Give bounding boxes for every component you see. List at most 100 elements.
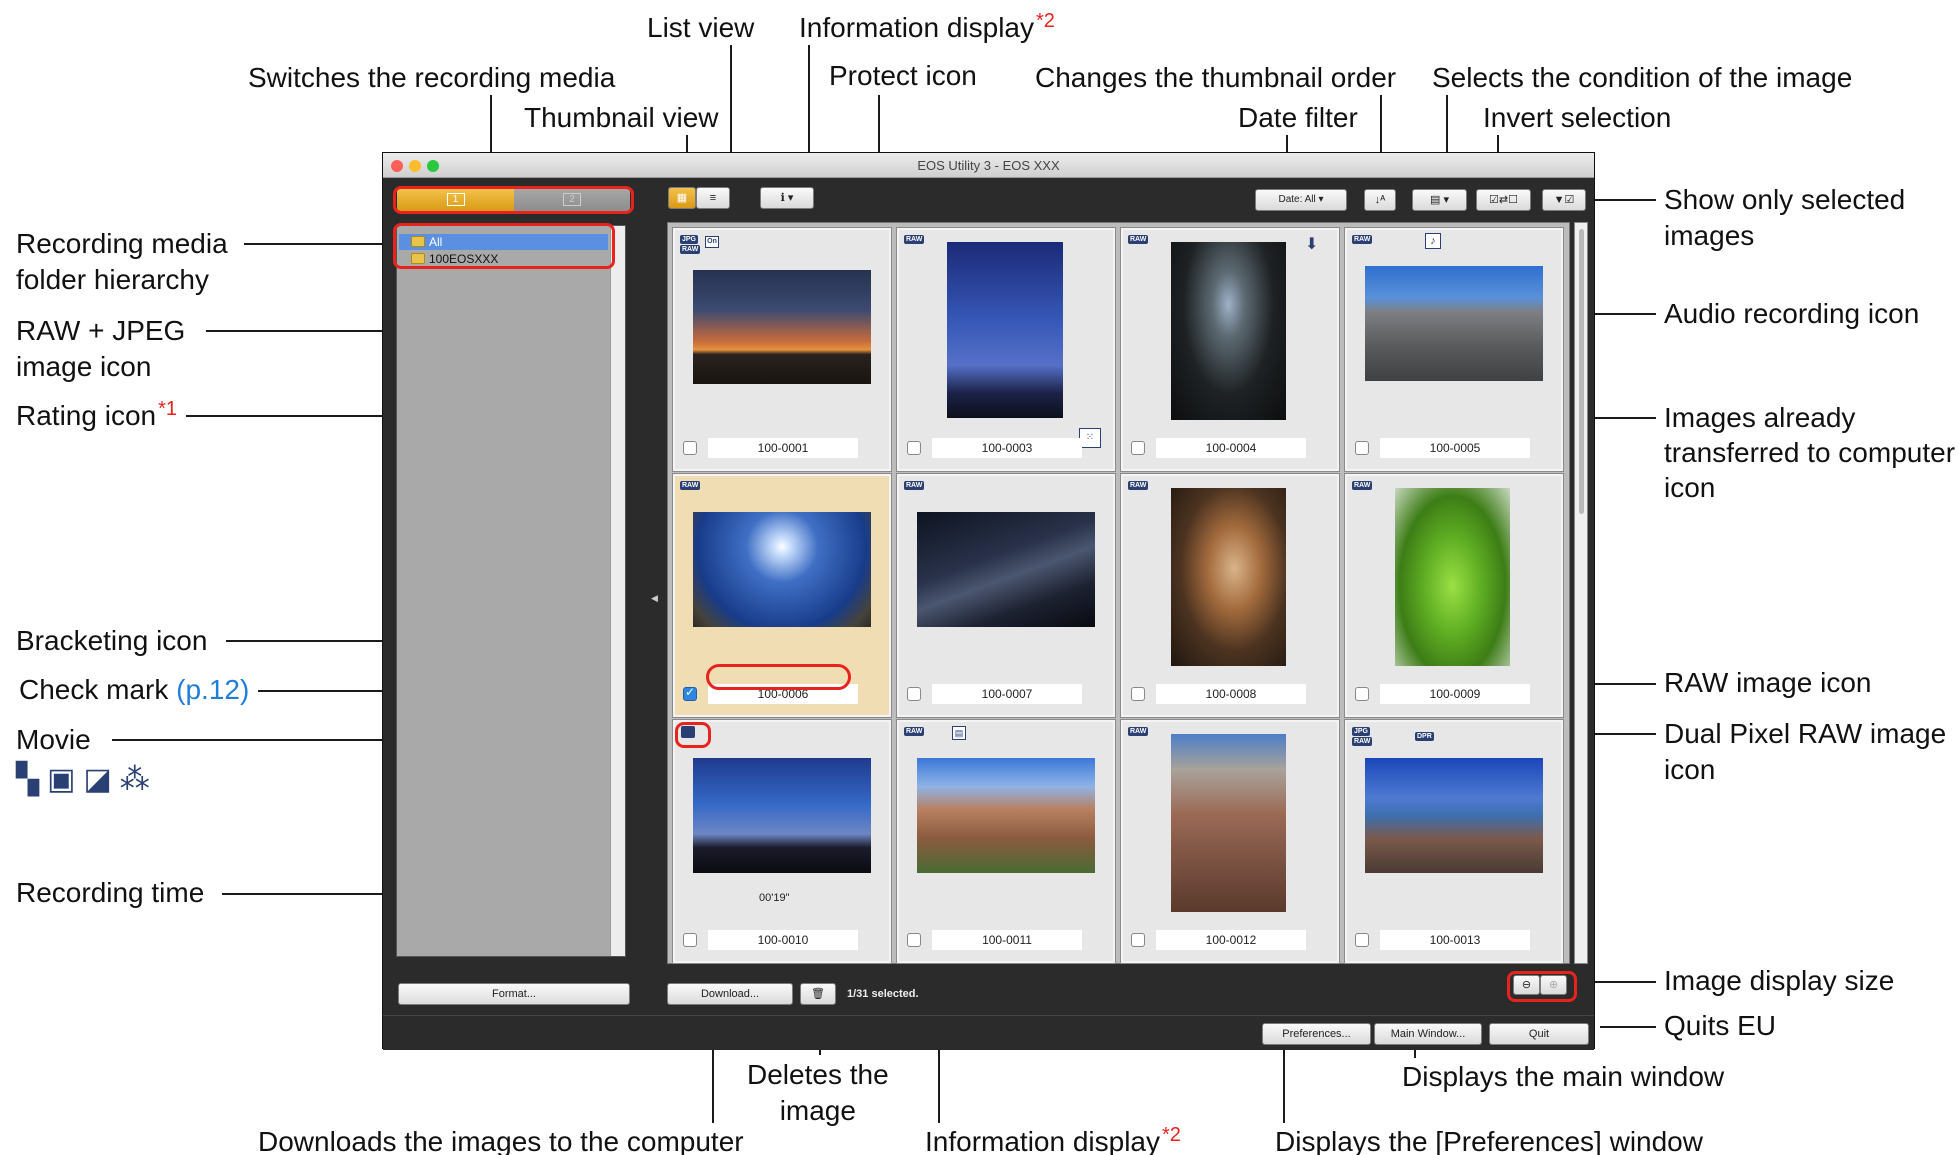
- thumbnail-order-button[interactable]: ↓ᴬ: [1364, 189, 1396, 211]
- label-protect-icon: Protect icon: [829, 60, 977, 91]
- thumbnail-100-0013[interactable]: JPG RAW DPR 100-0013: [1344, 719, 1564, 964]
- thumbnail-100-0001[interactable]: JPG RAW On 100-0001: [672, 227, 892, 472]
- label-information-display-top: Information display *2: [799, 9, 1055, 43]
- label-raw-jpeg: RAW + JPEG image icon: [16, 315, 186, 382]
- info-icon: ℹ ▾: [780, 192, 794, 204]
- label-displays-main: Displays the main window: [1402, 1061, 1725, 1092]
- select-checkbox[interactable]: [1355, 687, 1369, 701]
- download-button[interactable]: Download...: [667, 983, 793, 1005]
- select-checkbox[interactable]: [1355, 933, 1369, 947]
- select-checkbox[interactable]: [1131, 441, 1145, 455]
- file-name: 100-0005: [1380, 438, 1530, 458]
- dual-pixel-raw-badge: DPR: [1415, 732, 1434, 741]
- movie-type-icons: ▚▣◪⁂: [16, 762, 158, 797]
- photo-hillside-town: [917, 758, 1095, 873]
- media-switch-highlight: [393, 186, 634, 214]
- information-display-button[interactable]: ℹ ▾: [760, 187, 814, 209]
- thumbnail-100-0005[interactable]: RAW ♪ 100-0005: [1344, 227, 1564, 472]
- label-downloads: Downloads the images to the computer: [258, 1126, 744, 1155]
- display-size-highlight: [1507, 971, 1577, 1002]
- label-check-mark: Check mark (p.12): [19, 674, 250, 705]
- raw-badge: RAW: [904, 481, 925, 490]
- rating-icon: ⁙: [1079, 428, 1101, 448]
- raw-badge: RAW: [1128, 235, 1149, 244]
- photo-sky-sun: [693, 512, 871, 627]
- folder-hierarchy-pane: All 100EOSXXX: [396, 225, 626, 957]
- thumbnail-100-0009[interactable]: RAW 100-0009: [1344, 473, 1564, 718]
- scrollbar-thumb[interactable]: [1579, 229, 1584, 514]
- label-recording-time: Recording time: [16, 877, 205, 908]
- list-view-button[interactable]: ≡: [696, 187, 730, 209]
- select-checkbox[interactable]: [1131, 687, 1145, 701]
- thumbnail-view-button[interactable]: ▦: [668, 187, 696, 209]
- movie-snapshot-icon: ◪: [83, 763, 120, 796]
- file-name: 100-0012: [1156, 930, 1306, 950]
- select-condition-button[interactable]: ▤ ▾: [1412, 189, 1467, 211]
- link-p12[interactable]: (p.12): [176, 674, 249, 705]
- photo-lemur: [1171, 488, 1286, 666]
- movie-timelapse-icon: ⁂: [119, 763, 158, 796]
- label-audio-icon: Audio recording icon: [1664, 298, 1920, 329]
- label-raw-icon: RAW image icon: [1664, 667, 1872, 698]
- leader-quits: [1600, 1026, 1656, 1028]
- movie-stills-icon: ▣: [47, 763, 84, 796]
- trash-icon: 🗑: [811, 988, 825, 1000]
- list-icon: ≡: [709, 192, 717, 204]
- collapse-pane-icon[interactable]: ◀: [651, 593, 658, 604]
- select-checkbox[interactable]: [907, 933, 921, 947]
- filter-icon: ▼☑: [1553, 194, 1575, 206]
- thumbnail-100-0010[interactable]: 00'19" 100-0010: [672, 719, 892, 964]
- label-thumbnail-view: Thumbnail view: [524, 102, 719, 133]
- preferences-button[interactable]: Preferences...: [1262, 1023, 1371, 1045]
- condition-icon: ▤ ▾: [1430, 194, 1449, 206]
- select-checkbox[interactable]: [1131, 933, 1145, 947]
- show-selected-only-button[interactable]: ▼☑: [1542, 189, 1586, 211]
- bracketing-icon: ▤: [952, 726, 966, 740]
- file-name: 100-0004: [1156, 438, 1306, 458]
- raw-badge: RAW: [680, 481, 701, 490]
- information-display-highlight: [706, 664, 851, 690]
- sort-icon: ↓ᴬ: [1374, 194, 1386, 206]
- file-name: 100-0003: [932, 438, 1082, 458]
- thumbnail-100-0011[interactable]: RAW ▤ 100-0011: [896, 719, 1116, 964]
- selection-status: 1/31 selected.: [847, 988, 919, 1000]
- protect-icon: On: [705, 236, 719, 248]
- folder-highlight: [393, 223, 615, 269]
- file-name: 100-0007: [932, 684, 1082, 704]
- label-media-folder: Recording media folder hierarchy: [16, 228, 228, 295]
- thumbnail-100-0008[interactable]: RAW 100-0008: [1120, 473, 1340, 718]
- thumbnail-100-0012[interactable]: RAW 100-0012: [1120, 719, 1340, 964]
- raw-badge: RAW: [1352, 737, 1373, 746]
- select-checkbox[interactable]: [683, 441, 697, 455]
- photo-limestone: [1365, 266, 1543, 381]
- thumbnail-grid: JPG RAW On 100-0001 RAW ⁙ 100-0003 RAW ⬇…: [667, 222, 1570, 964]
- select-checkbox-checked[interactable]: [683, 685, 697, 701]
- grid-icon: ▦: [676, 192, 688, 204]
- label-date-filter: Date filter: [1238, 102, 1358, 133]
- file-name: 100-0001: [708, 438, 858, 458]
- movie-camera-icon: ▚: [16, 763, 48, 796]
- delete-button[interactable]: 🗑: [800, 983, 836, 1005]
- label-movie: Movie: [16, 724, 91, 755]
- thumbnail-scrollbar[interactable]: [1574, 222, 1588, 964]
- date-filter-select[interactable]: Date: All ▾: [1255, 189, 1347, 211]
- thumbnail-100-0003[interactable]: RAW ⁙ 100-0003: [896, 227, 1116, 472]
- select-checkbox[interactable]: [683, 933, 697, 947]
- movie-highlight: [675, 722, 711, 748]
- select-checkbox[interactable]: [1355, 441, 1369, 455]
- format-button[interactable]: Format...: [398, 983, 630, 1005]
- select-checkbox[interactable]: [907, 687, 921, 701]
- quit-button[interactable]: Quit: [1489, 1023, 1589, 1045]
- photo-stairs-town: [1171, 734, 1286, 912]
- thumbnail-100-0007[interactable]: RAW 100-0007: [896, 473, 1116, 718]
- select-checkbox[interactable]: [907, 441, 921, 455]
- thumbnail-100-0004[interactable]: RAW ⬇ 100-0004: [1120, 227, 1340, 472]
- jpeg-badge: JPG: [1352, 727, 1371, 736]
- label-select-condition: Selects the condition of the image: [1432, 62, 1853, 93]
- leader-preferences: [1283, 1040, 1285, 1123]
- folder-scrollbar[interactable]: [610, 226, 625, 956]
- main-window-button[interactable]: Main Window...: [1374, 1023, 1482, 1045]
- raw-badge: RAW: [904, 235, 925, 244]
- invert-selection-button[interactable]: ☑⇄☐: [1476, 189, 1531, 211]
- title-bar[interactable]: EOS Utility 3 - EOS XXX: [383, 153, 1594, 178]
